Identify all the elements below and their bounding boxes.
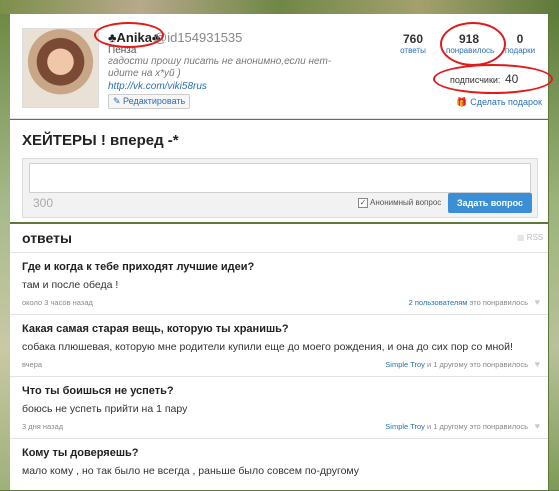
likes-link[interactable]: 2 пользователям: [409, 298, 468, 307]
background-right-strip: [549, 14, 559, 490]
likes-info: Simple Troy и 1 другому это понравилось: [385, 360, 528, 369]
ask-form: 300 ✓ Анонимный вопрос Задать вопрос: [22, 158, 538, 218]
rss-link[interactable]: ▦ RSS: [517, 233, 543, 242]
stat-answers[interactable]: 760 ответы: [390, 32, 436, 55]
rss-label: RSS: [526, 233, 544, 242]
likes-link[interactable]: Simple Troy: [385, 422, 425, 431]
question-text[interactable]: Кому ты доверяешь?: [22, 447, 139, 459]
gift-icon: 🎁: [456, 97, 468, 107]
likes-rest: и 1 другому это понравилось: [424, 360, 528, 369]
like-heart-icon[interactable]: ♥: [535, 421, 540, 431]
answer-text: боюсь не успеть прийти на 1 пару: [22, 403, 188, 415]
edit-profile-label: Редактировать: [123, 96, 186, 106]
avatar[interactable]: [22, 28, 99, 108]
likes-info: 2 пользователям это понравилось: [409, 298, 528, 307]
background-photo-strip: [0, 0, 559, 14]
make-gift-link[interactable]: 🎁 Сделать подарок: [456, 97, 542, 108]
ask-question-button[interactable]: Задать вопрос: [448, 193, 532, 213]
make-gift-label: Сделать подарок: [470, 97, 542, 107]
question-text[interactable]: Какая самая старая вещь, которую ты хран…: [22, 323, 289, 335]
stat-answers-label: ответы: [400, 46, 426, 55]
question-input[interactable]: [29, 163, 531, 193]
answer-item: Какая самая старая вещь, которую ты хран…: [10, 314, 548, 377]
question-text[interactable]: Где и когда к тебе приходят лучшие идеи?: [22, 261, 254, 273]
user-id: @id154931535: [154, 30, 243, 45]
answer-time[interactable]: около 3 часов назад: [22, 298, 93, 307]
likes-link[interactable]: Simple Troy: [385, 360, 425, 369]
answer-time[interactable]: вчера: [22, 360, 42, 369]
answers-title: ответы: [22, 230, 72, 246]
profile-card: ♣Anika♣ @id154931535 Пенза гадости прошу…: [10, 14, 553, 119]
answer-item: Что ты боишься не успеть? боюсь не успет…: [10, 376, 548, 439]
profile-link[interactable]: http://vk.com/viki58rus: [108, 81, 207, 92]
char-counter: 300: [33, 196, 54, 210]
anonymous-checkbox[interactable]: ✓: [358, 198, 368, 208]
likes-rest: и 1 другому это понравилось: [424, 422, 528, 431]
anonymous-label: Анонимный вопрос: [370, 198, 442, 208]
annotation-circle-likes: [440, 22, 506, 66]
answer-text: собака плюшевая, которую мне родители ку…: [22, 341, 513, 353]
annotation-circle-subscribers: [433, 64, 553, 94]
like-heart-icon[interactable]: ♥: [535, 359, 540, 369]
ask-title: ХЕЙТЕРЫ ! вперед -*: [22, 132, 179, 149]
likes-rest: это понравилось: [467, 298, 528, 307]
ask-card: ХЕЙТЕРЫ ! вперед -* 300 ✓ Анонимный вопро…: [10, 120, 548, 222]
question-text[interactable]: Что ты боишься не успеть?: [22, 385, 174, 397]
anonymous-option[interactable]: ✓ Анонимный вопрос: [358, 198, 441, 208]
answer-item: Кому ты доверяешь? мало кому , но так бы…: [10, 438, 548, 491]
answer-text: мало кому , но так было не всегда , рань…: [22, 465, 360, 477]
stat-answers-value: 760: [402, 32, 424, 46]
background-left-strip: [0, 14, 10, 490]
answer-item: Где и когда к тебе приходят лучшие идеи?…: [10, 252, 548, 315]
answers-card: ответы ▦ RSS Где и когда к тебе приходят…: [10, 224, 548, 490]
likes-info: Simple Troy и 1 другому это понравилось: [385, 422, 528, 431]
answer-time[interactable]: 3 дня назад: [22, 422, 63, 431]
rss-icon: ▦: [517, 233, 525, 242]
answer-text: там и после обеда !: [22, 279, 119, 291]
edit-profile-button[interactable]: ✎ Редактировать: [108, 94, 191, 109]
like-heart-icon[interactable]: ♥: [535, 297, 540, 307]
annotation-circle-username: [94, 22, 164, 48]
bio: гадости прошу писать не анонимно,если не…: [108, 56, 332, 79]
